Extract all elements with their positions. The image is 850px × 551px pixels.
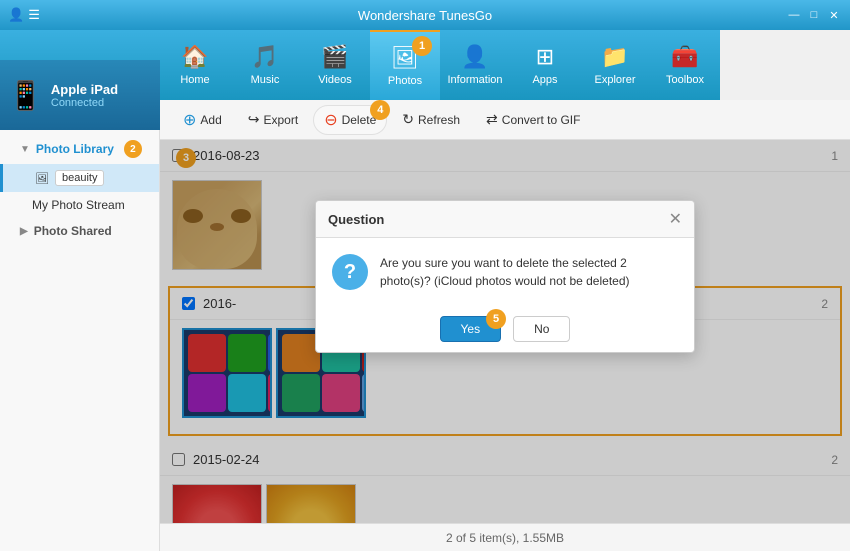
explorer-icon: 📁 [601,44,628,70]
convert-icon: ⇄ [486,111,498,128]
status-text: 2 of 5 item(s), 1.55MB [446,531,564,545]
add-button[interactable]: ⊕ Add [172,105,233,135]
step4-badge: 4 [370,100,390,120]
no-button[interactable]: No [513,316,570,342]
nav-videos[interactable]: 🎬 Videos [300,30,370,100]
photo-library-label: Photo Library [36,142,114,156]
delete-icon: ⊖ [324,110,337,130]
device-status: Connected [51,97,118,109]
apps-icon: ⊞ [536,44,554,70]
nav-videos-label: Videos [318,74,351,86]
nav-explorer[interactable]: 📁 Explorer [580,30,650,100]
photo-icon-small: 🖼 [35,172,49,185]
videos-icon: 🎬 [321,44,348,70]
delete-button[interactable]: 4 ⊖ Delete [313,105,387,135]
export-label: Export [264,113,299,127]
device-panel: 📱 Apple iPad Connected [0,60,160,130]
sidebar-item-my-photo-stream[interactable]: My Photo Stream [0,192,159,218]
sidebar-item-beauity[interactable]: 🖼 beauity [0,164,159,192]
step2-badge: 2 [124,140,142,158]
information-icon: 👤 [461,44,488,70]
question-dialog: Question ✕ ? Are you sure you want to de… [315,200,695,353]
export-icon: ↪ [248,111,260,128]
photo-stream-label: My Photo Stream [32,198,125,212]
device-icon: 📱 [8,79,43,112]
home-icon: 🏠 [181,44,208,70]
add-label: Add [200,113,221,127]
title-bar: 👤 ☰ Wondershare TunesGo — □ ✕ [0,0,850,30]
dialog-header: Question ✕ [316,201,694,238]
nav-music-label: Music [251,74,280,86]
nav-home-label: Home [180,74,209,86]
convert-gif-label: Convert to GIF [502,113,581,127]
sidebar-item-photo-shared[interactable]: ▶ Photo Shared [0,218,159,244]
nav-information[interactable]: 👤 Information [440,30,510,100]
yes-label: Yes [461,322,481,336]
dialog-title: Question [328,212,384,227]
minimize-button[interactable]: — [786,7,802,23]
photo-shared-arrow: ▶ [20,226,28,237]
refresh-button[interactable]: ↻ Refresh [391,106,471,133]
nav-music[interactable]: 🎵 Music [230,30,300,100]
refresh-label: Refresh [418,113,460,127]
window-controls: — □ ✕ [786,7,842,23]
device-info: Apple iPad Connected [51,82,118,109]
dialog-body: ? Are you sure you want to delete the se… [316,238,694,306]
sidebar: ▶ Camera Roll ▼ Photo Library 2 🖼 beauit… [0,100,160,551]
user-icon: 👤 [8,7,24,23]
dialog-footer: 5 Yes No [316,306,694,352]
music-icon: 🎵 [251,44,278,70]
photo-library-arrow: ▼ [20,144,30,155]
convert-gif-button[interactable]: ⇄ Convert to GIF [475,106,591,133]
toolbox-icon: 🧰 [671,44,698,70]
yes-button[interactable]: 5 Yes [440,316,502,342]
export-button[interactable]: ↪ Export [237,106,309,133]
nav-photos[interactable]: 1 🖼 Photos [370,30,440,100]
photo-shared-label: Photo Shared [34,224,112,238]
step5-badge: 5 [486,309,506,329]
no-label: No [534,322,549,336]
dialog-overlay: Question ✕ ? Are you sure you want to de… [160,140,850,523]
toolbar: ⊕ Add ↪ Export 4 ⊖ Delete ↻ Refresh ⇄ Co… [160,100,850,140]
main-layout: ▶ Camera Roll ▼ Photo Library 2 🖼 beauit… [0,100,850,551]
device-name: Apple iPad [51,82,118,97]
nav-photos-label: Photos [388,75,422,87]
add-icon: ⊕ [183,110,196,130]
nav-toolbox[interactable]: 🧰 Toolbox [650,30,720,100]
dialog-close-button[interactable]: ✕ [669,209,682,229]
title-bar-left: 👤 ☰ [8,7,40,23]
content-area[interactable]: 2016-08-23 1 [160,140,850,523]
maximize-button[interactable]: □ [806,7,822,23]
nav-apps[interactable]: ⊞ Apps [510,30,580,100]
close-button[interactable]: ✕ [826,7,842,23]
nav-home[interactable]: 🏠 Home [160,30,230,100]
nav-explorer-label: Explorer [595,74,636,86]
sidebar-item-photo-library[interactable]: ▼ Photo Library 2 [0,134,159,164]
dialog-message: Are you sure you want to delete the sele… [380,254,678,290]
menu-icon: ☰ [28,7,40,23]
nav-information-label: Information [447,74,502,86]
nav-apps-label: Apps [532,74,557,86]
nav-toolbox-label: Toolbox [666,74,704,86]
refresh-icon: ↻ [402,111,414,128]
app-title: Wondershare TunesGo [358,8,492,23]
question-icon: ? [332,254,368,290]
beauity-badge: beauity [55,170,104,186]
status-bar: 2 of 5 item(s), 1.55MB [160,523,850,551]
step1-badge: 1 [412,36,432,56]
